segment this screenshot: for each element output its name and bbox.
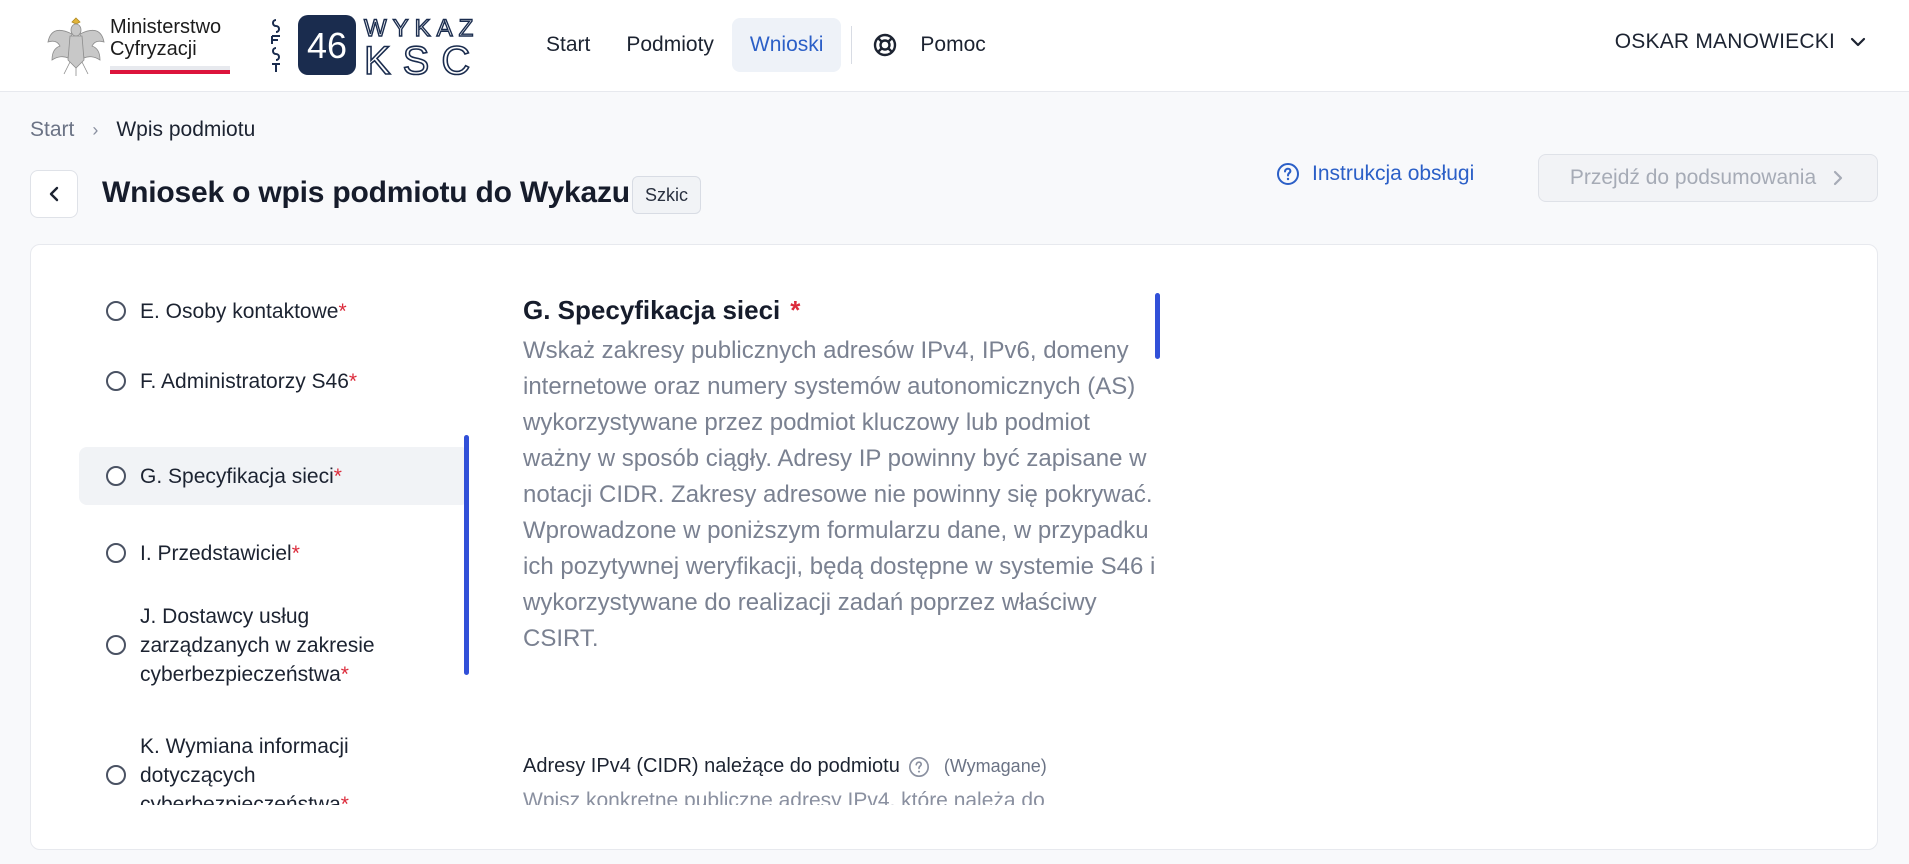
section-title-text: G. Specyfikacja sieci <box>523 295 781 325</box>
step-item-f[interactable]: F. Administratorzy S46* <box>79 353 469 409</box>
nav-wnioski[interactable]: Wnioski <box>731 18 842 72</box>
wykaz-ksc-logo[interactable]: 46 WYKAZ KSC <box>270 12 510 78</box>
question-circle-icon[interactable] <box>908 756 930 778</box>
nav-help-label: Pomoc <box>920 33 986 56</box>
step-label: J. Dostawcy usług zarządzanych w zakresi… <box>140 604 375 686</box>
step-radio[interactable] <box>106 301 126 321</box>
lifebuoy-icon <box>874 33 897 57</box>
top-header: Ministerstwo Cyfryzacji 46 WYKAZ KSC Sta… <box>0 0 1909 92</box>
step-radio[interactable] <box>106 543 126 563</box>
instructions-label: Instrukcja obsługi <box>1312 162 1475 185</box>
step-radio[interactable] <box>106 371 126 391</box>
ipv4-label-text: Adresy IPv4 (CIDR) należące do podmiotu <box>523 755 900 777</box>
content-scrollbar[interactable] <box>1155 293 1160 359</box>
nav-start[interactable]: Start <box>528 18 608 72</box>
status-badge: Szkic <box>632 176 702 214</box>
steps-list: E. Osoby kontaktowe* F. Administratorzy … <box>79 245 491 805</box>
ministry-name-line1: Ministerstwo <box>110 16 222 38</box>
main-nav: Start Podmioty Wnioski Pomoc <box>528 18 998 72</box>
ipv4-field-label: Adresy IPv4 (CIDR) należące do podmiotu … <box>523 755 1047 778</box>
step-radio[interactable] <box>106 635 126 655</box>
brand-ksc: KSC <box>364 39 482 78</box>
step-label: E. Osoby kontaktowe* <box>140 299 347 323</box>
breadcrumb-current: Wpis podmiotu <box>116 118 256 141</box>
ipv4-required-note: (Wymagane) <box>943 756 1047 776</box>
page-title: Wniosek o wpis podmiotu do Wykazu <box>102 176 630 209</box>
chevron-left-icon <box>49 186 59 202</box>
ministry-flag-red <box>110 70 230 74</box>
nav-help[interactable]: Pomoc <box>860 18 997 72</box>
chevron-down-icon <box>1850 37 1866 47</box>
step-item-i[interactable]: I. Przedstawiciel* <box>79 525 469 581</box>
breadcrumb-separator: › <box>92 119 99 140</box>
back-button[interactable] <box>30 170 78 218</box>
steps-scrollbar[interactable] <box>464 435 469 675</box>
step-radio[interactable] <box>106 466 126 486</box>
step-label: I. Przedstawiciel* <box>140 541 300 565</box>
step-item-j[interactable]: J. Dostawcy usług zarządzanych w zakresi… <box>79 597 469 693</box>
breadcrumb: Start › Wpis podmiotu <box>30 118 255 142</box>
chevron-right-icon <box>1834 170 1843 186</box>
user-name: OSKAR MANOWIECKI <box>1614 30 1835 53</box>
section-description: Wskaż zakresy publicznych adresów IPv4, … <box>523 337 1156 652</box>
form-card: E. Osoby kontaktowe* F. Administratorzy … <box>30 244 1878 850</box>
ministry-name: Ministerstwo Cyfryzacji <box>110 16 221 60</box>
brand-46: 46 <box>307 25 347 66</box>
user-menu[interactable]: OSKAR MANOWIECKI <box>1615 30 1867 54</box>
question-circle-icon <box>1277 163 1299 185</box>
breadcrumb-start[interactable]: Start <box>30 118 74 142</box>
step-label: G. Specyfikacja sieci* <box>140 464 342 488</box>
section-content: G. Specyfikacja sieci * Wskaż zakresy pub… <box>523 245 1183 805</box>
step-item-g[interactable]: G. Specyfikacja sieci* <box>79 447 469 505</box>
required-marker: * <box>790 295 801 325</box>
ipv4-field-hint: Wpisz konkretne publiczne adresy IPv4, k… <box>523 789 1045 805</box>
nav-podmioty[interactable]: Podmioty <box>608 18 732 72</box>
step-label: K. Wymiana informacji dotyczących cyberb… <box>140 734 349 806</box>
eagle-emblem-icon <box>47 17 105 76</box>
ministry-logo[interactable]: Ministerstwo Cyfryzacji <box>46 12 236 80</box>
brand-wykaz: WYKAZ <box>364 15 479 42</box>
nav-divider <box>851 26 853 64</box>
summary-button-label: Przejdź do podsumowania <box>1569 166 1817 189</box>
step-item-k[interactable]: K. Wymiana informacji dotyczących cyberb… <box>79 727 469 805</box>
step-radio[interactable] <box>106 765 126 785</box>
step-label: F. Administratorzy S46* <box>140 369 358 393</box>
step-item-e[interactable]: E. Osoby kontaktowe* <box>79 283 469 339</box>
go-to-summary-button[interactable]: Przejdź do podsumowania <box>1538 154 1878 202</box>
section-title: G. Specyfikacja sieci * <box>523 295 800 326</box>
ministry-name-line2: Cyfryzacji <box>110 38 197 60</box>
instructions-link[interactable]: Instrukcja obsługi <box>1276 162 1474 186</box>
